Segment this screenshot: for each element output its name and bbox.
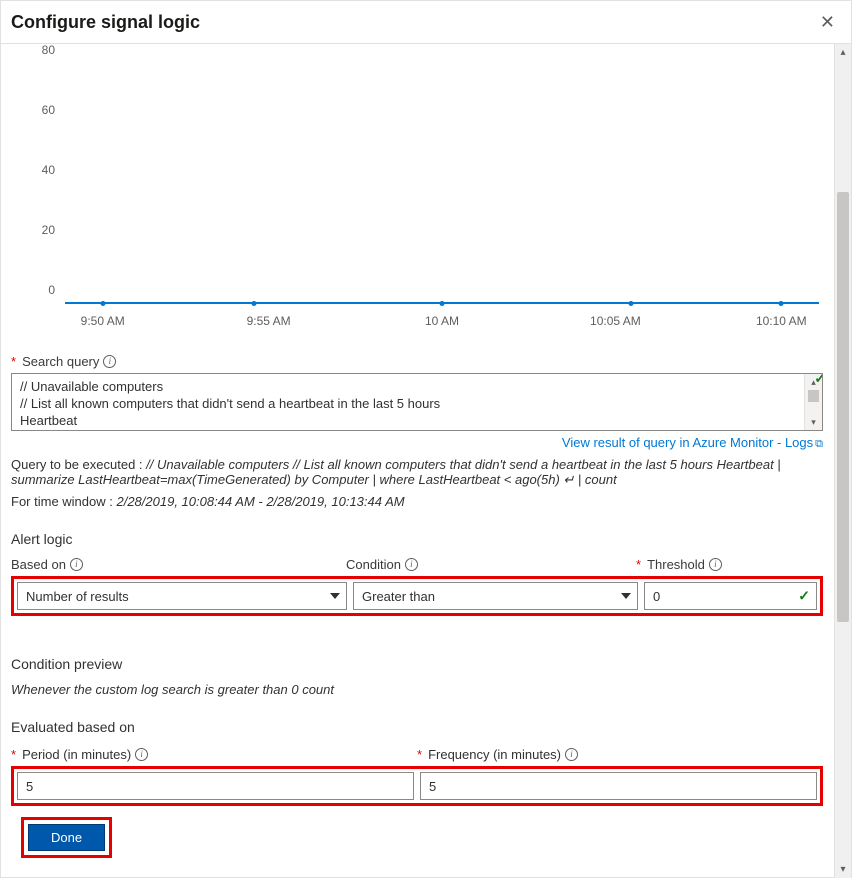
checkmark-icon: ✓ — [814, 373, 823, 387]
search-query-input[interactable]: // Unavailable computers // List all kno… — [11, 373, 823, 431]
view-result-link-row: View result of query in Azure Monitor - … — [11, 435, 823, 451]
chart-data-point — [440, 301, 445, 306]
frequency-input[interactable]: 5 — [420, 772, 817, 800]
view-result-link[interactable]: View result of query in Azure Monitor - … — [562, 435, 823, 450]
chart-data-point — [779, 301, 784, 306]
chart-plot-area — [65, 64, 819, 304]
condition-preview-text: Whenever the custom log search is greate… — [11, 682, 823, 697]
based-on-dropdown[interactable]: Number of results — [17, 582, 347, 610]
scroll-down-arrow-icon[interactable]: ▾ — [805, 414, 822, 430]
panel-body: ▴ ▾ 0 20 40 60 80 — [1, 44, 851, 878]
scroll-thumb[interactable] — [837, 192, 849, 622]
evaluated-heading: Evaluated based on — [11, 719, 823, 735]
panel-title: Configure signal logic — [11, 12, 200, 33]
query-to-be-executed: Query to be executed : // Unavailable co… — [11, 457, 823, 488]
y-tick: 40 — [42, 163, 55, 177]
y-tick: 60 — [42, 103, 55, 117]
scroll-thumb[interactable] — [808, 390, 819, 402]
required-asterisk-icon: * — [11, 354, 16, 369]
chart-data-point — [100, 301, 105, 306]
chevron-down-icon — [330, 593, 340, 599]
chart-y-axis: 0 20 40 60 80 — [11, 64, 61, 304]
query-line: // List all known computers that didn't … — [20, 395, 802, 412]
alert-logic-row-highlight: Number of results Greater than 0 ✓ — [11, 576, 823, 616]
info-icon[interactable]: i — [70, 558, 83, 571]
close-icon[interactable]: ✕ — [816, 9, 839, 35]
frequency-label: * Frequency (in minutes) i — [417, 747, 823, 762]
threshold-input[interactable]: 0 ✓ — [644, 582, 817, 610]
condition-preview-heading: Condition preview — [11, 656, 823, 672]
alert-logic-heading: Alert logic — [11, 531, 823, 547]
chart-x-axis: 9:50 AM 9:55 AM 10 AM 10:05 AM 10:10 AM — [65, 308, 819, 334]
info-icon[interactable]: i — [135, 748, 148, 761]
scroll-up-arrow-icon[interactable]: ▴ — [835, 44, 851, 61]
query-line: // Unavailable computers — [20, 378, 802, 395]
y-tick: 20 — [42, 223, 55, 237]
y-tick: 80 — [42, 43, 55, 57]
chevron-down-icon — [621, 593, 631, 599]
panel-header: Configure signal logic ✕ — [1, 1, 851, 44]
y-tick: 0 — [48, 283, 55, 297]
external-link-icon: ⧉ — [815, 438, 823, 450]
configure-signal-logic-panel: Configure signal logic ✕ ▴ ▾ 0 20 40 60 … — [0, 0, 852, 878]
condition-label: Condition i — [346, 557, 636, 572]
evaluated-row-highlight: 5 5 — [11, 766, 823, 806]
required-asterisk-icon: * — [11, 747, 16, 762]
period-input[interactable]: 5 — [17, 772, 414, 800]
period-label: * Period (in minutes) i — [11, 747, 417, 762]
info-icon[interactable]: i — [565, 748, 578, 761]
required-asterisk-icon: * — [417, 747, 422, 762]
alert-logic-labels: Based on i Condition i * Threshold i — [11, 557, 823, 572]
results-chart: 0 20 40 60 80 9:50 AM 9:55 AM — [11, 54, 823, 334]
scroll-down-arrow-icon[interactable]: ▾ — [835, 861, 851, 878]
required-asterisk-icon: * — [636, 557, 641, 572]
based-on-label: Based on i — [11, 557, 346, 572]
done-button-highlight: Done — [21, 817, 112, 858]
threshold-label: * Threshold i — [636, 557, 823, 572]
evaluated-labels: * Period (in minutes) i * Frequency (in … — [11, 747, 823, 762]
chart-data-point — [628, 301, 633, 306]
info-icon[interactable]: i — [709, 558, 722, 571]
search-query-label: * Search query i — [11, 354, 823, 369]
info-icon[interactable]: i — [405, 558, 418, 571]
x-tick: 9:55 AM — [247, 314, 291, 328]
checkmark-icon: ✓ — [798, 588, 810, 605]
x-tick: 9:50 AM — [81, 314, 125, 328]
time-window-text: For time window : 2/28/2019, 10:08:44 AM… — [11, 494, 823, 509]
condition-dropdown[interactable]: Greater than — [353, 582, 638, 610]
panel-content: 0 20 40 60 80 9:50 AM 9:55 AM — [11, 54, 823, 806]
chart-data-point — [251, 301, 256, 306]
query-line: Heartbeat — [20, 412, 802, 429]
x-tick: 10 AM — [425, 314, 459, 328]
vertical-scrollbar[interactable]: ▴ ▾ — [834, 44, 851, 878]
info-icon[interactable]: i — [103, 355, 116, 368]
done-button[interactable]: Done — [28, 824, 105, 851]
x-tick: 10:05 AM — [590, 314, 641, 328]
x-tick: 10:10 AM — [756, 314, 807, 328]
